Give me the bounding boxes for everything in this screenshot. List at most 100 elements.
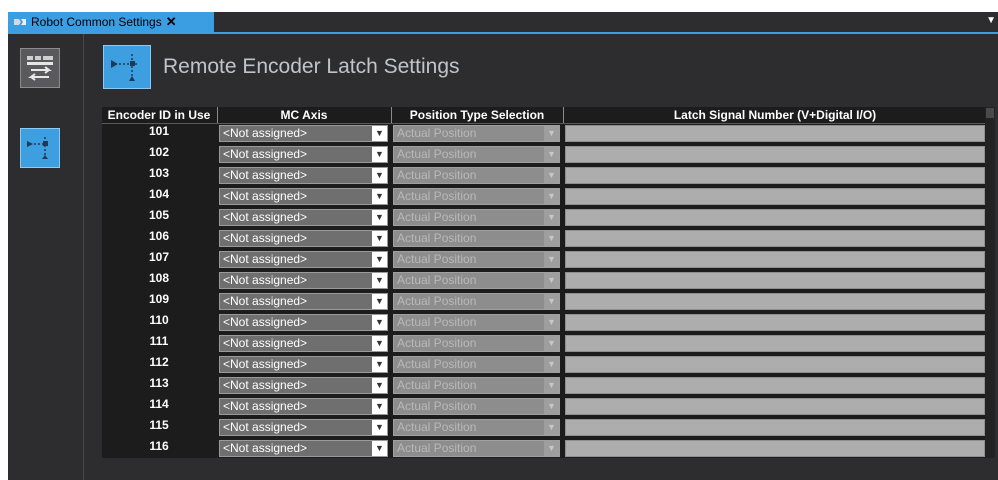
- mc-axis-value: <Not assigned>: [223, 357, 308, 371]
- encoder-id-cell: 112: [149, 355, 169, 369]
- mc-axis-select[interactable]: <Not assigned> ▼: [219, 356, 388, 373]
- encoder-id-cell: 109: [148, 292, 170, 306]
- position-type-select: Actual Position ▼: [393, 272, 560, 289]
- mc-axis-select[interactable]: <Not assigned> ▼: [219, 419, 388, 436]
- latch-signal-field[interactable]: [565, 209, 985, 226]
- latch-signal-field[interactable]: [565, 146, 985, 163]
- dropdown-arrow-icon[interactable]: ▼: [372, 189, 387, 204]
- dropdown-arrow-icon[interactable]: ▼: [372, 399, 387, 414]
- dropdown-arrow-icon[interactable]: ▼: [372, 315, 387, 330]
- mc-axis-select[interactable]: <Not assigned> ▼: [219, 398, 388, 415]
- encoder-latch-table: Encoder ID in Use MC Axis Position Type …: [102, 107, 995, 458]
- dropdown-arrow-icon[interactable]: ▼: [372, 126, 387, 141]
- vertical-scrollbar[interactable]: [985, 107, 995, 458]
- latch-signal-field[interactable]: [565, 125, 985, 142]
- dropdown-arrow-icon[interactable]: ▼: [372, 210, 387, 225]
- page-title: Remote Encoder Latch Settings: [163, 55, 460, 78]
- dropdown-arrow-icon[interactable]: ▼: [372, 273, 387, 288]
- mc-axis-select[interactable]: <Not assigned> ▼: [219, 125, 388, 142]
- position-type-value: Actual Position: [397, 273, 477, 287]
- dropdown-arrow-icon[interactable]: ▼: [372, 336, 387, 351]
- encoder-id-cell: 113: [149, 376, 169, 390]
- tab-underline: [8, 32, 998, 34]
- dropdown-arrow-icon[interactable]: ▼: [372, 168, 387, 183]
- mc-axis-select[interactable]: <Not assigned> ▼: [219, 272, 388, 289]
- mc-axis-value: <Not assigned>: [223, 441, 308, 455]
- mc-axis-select[interactable]: <Not assigned> ▼: [219, 377, 388, 394]
- mc-axis-select[interactable]: <Not assigned> ▼: [219, 440, 388, 457]
- position-type-select: Actual Position ▼: [393, 251, 560, 268]
- dropdown-arrow-icon[interactable]: ▼: [372, 147, 387, 162]
- axis-mapping-icon: [27, 56, 53, 81]
- scroll-up-icon[interactable]: [986, 108, 994, 118]
- encoder-latch-button[interactable]: [20, 128, 60, 168]
- latch-signal-field[interactable]: [565, 398, 985, 415]
- mc-axis-value: <Not assigned>: [223, 294, 308, 308]
- table-row: 104 <Not assigned> ▼ Actual Position ▼: [102, 187, 995, 208]
- axis-mapping-button[interactable]: [20, 48, 60, 88]
- column-header-position-type: Position Type Selection: [409, 108, 545, 122]
- mc-axis-value: <Not assigned>: [223, 231, 308, 245]
- position-type-select: Actual Position ▼: [393, 314, 560, 331]
- mc-axis-select[interactable]: <Not assigned> ▼: [219, 251, 388, 268]
- latch-signal-field[interactable]: [565, 188, 985, 205]
- mc-axis-select[interactable]: <Not assigned> ▼: [219, 188, 388, 205]
- encoder-id-cell: 103: [148, 166, 170, 180]
- latch-signal-field[interactable]: [565, 293, 985, 310]
- encoder-id-cell: 106: [148, 229, 170, 243]
- column-header-mc-axis: MC Axis: [280, 108, 328, 122]
- mc-axis-value: <Not assigned>: [223, 336, 308, 350]
- table-row: 105 <Not assigned> ▼ Actual Position ▼: [102, 208, 995, 229]
- dropdown-arrow-icon[interactable]: ▼: [372, 294, 387, 309]
- mc-axis-select[interactable]: <Not assigned> ▼: [219, 314, 388, 331]
- latch-signal-field[interactable]: [565, 167, 985, 184]
- dropdown-arrow-icon: ▼: [544, 420, 559, 435]
- encoder-id-cell: 101: [148, 124, 170, 138]
- mc-axis-select[interactable]: <Not assigned> ▼: [219, 230, 388, 247]
- chevron-down-icon[interactable]: ▼: [986, 15, 996, 26]
- dropdown-arrow-icon[interactable]: ▼: [372, 357, 387, 372]
- position-type-select: Actual Position ▼: [393, 230, 560, 247]
- latch-signal-field[interactable]: [565, 356, 985, 373]
- mc-axis-select[interactable]: <Not assigned> ▼: [219, 146, 388, 163]
- mc-axis-value: <Not assigned>: [223, 399, 308, 413]
- latch-signal-field[interactable]: [565, 377, 985, 394]
- dropdown-arrow-icon[interactable]: ▼: [372, 231, 387, 246]
- dropdown-arrow-icon[interactable]: ▼: [372, 441, 387, 456]
- encoder-id-cell: 107: [148, 250, 170, 264]
- mc-axis-select[interactable]: <Not assigned> ▼: [219, 335, 388, 352]
- latch-signal-field[interactable]: [565, 230, 985, 247]
- tab-robot-common-settings[interactable]: Robot Common Settings ✕: [8, 12, 214, 32]
- dropdown-arrow-icon: ▼: [544, 294, 559, 309]
- position-type-value: Actual Position: [397, 168, 477, 182]
- mc-axis-select[interactable]: <Not assigned> ▼: [219, 209, 388, 226]
- encoder-id-cell: 114: [149, 397, 169, 411]
- encoder-id-cell: 110: [149, 313, 169, 327]
- dropdown-arrow-icon[interactable]: ▼: [372, 252, 387, 267]
- latch-signal-field[interactable]: [565, 419, 985, 436]
- mc-axis-value: <Not assigned>: [223, 273, 308, 287]
- mc-axis-value: <Not assigned>: [223, 168, 308, 182]
- dropdown-arrow-icon: ▼: [544, 231, 559, 246]
- dropdown-arrow-icon: ▼: [544, 273, 559, 288]
- mc-axis-select[interactable]: <Not assigned> ▼: [219, 293, 388, 310]
- mc-axis-value: <Not assigned>: [223, 420, 308, 434]
- position-type-select: Actual Position ▼: [393, 293, 560, 310]
- table-row: 112 <Not assigned> ▼ Actual Position ▼: [102, 355, 995, 376]
- encoder-id-cell: 116: [149, 439, 169, 453]
- position-type-select: Actual Position ▼: [393, 356, 560, 373]
- tab-title: Robot Common Settings: [31, 15, 162, 29]
- position-type-value: Actual Position: [397, 231, 477, 245]
- dropdown-arrow-icon[interactable]: ▼: [372, 420, 387, 435]
- latch-signal-field[interactable]: [565, 440, 985, 457]
- position-type-value: Actual Position: [397, 441, 477, 455]
- latch-signal-field[interactable]: [565, 314, 985, 331]
- close-icon[interactable]: ✕: [166, 14, 177, 30]
- latch-signal-field[interactable]: [565, 251, 985, 268]
- encoder-id-cell: 104: [148, 187, 170, 201]
- dropdown-arrow-icon[interactable]: ▼: [372, 378, 387, 393]
- mc-axis-select[interactable]: <Not assigned> ▼: [219, 167, 388, 184]
- latch-signal-field[interactable]: [565, 272, 985, 289]
- dropdown-arrow-icon: ▼: [544, 357, 559, 372]
- latch-signal-field[interactable]: [565, 335, 985, 352]
